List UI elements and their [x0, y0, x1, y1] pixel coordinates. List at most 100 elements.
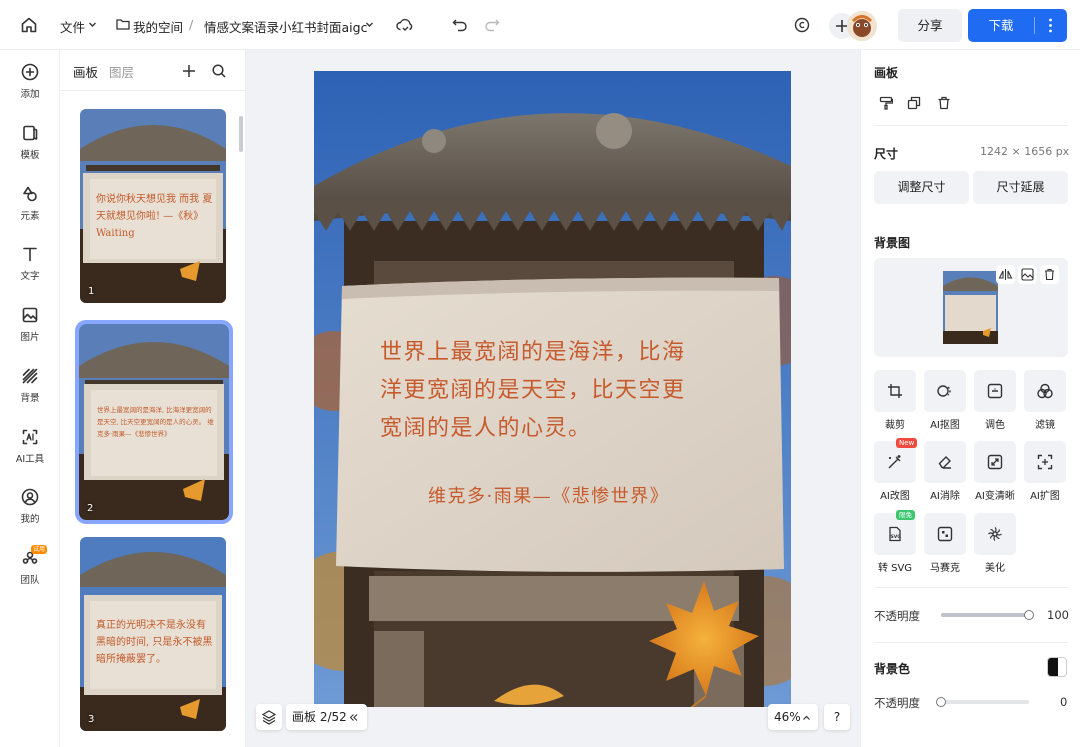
- rail-item-mine[interactable]: 我的: [0, 488, 60, 538]
- tool-beautify[interactable]: [974, 513, 1016, 555]
- expand-icon: [1037, 454, 1053, 470]
- tool-label: 滤镜: [1035, 420, 1055, 431]
- tool-ai-cutout[interactable]: [924, 370, 966, 412]
- zoom-control[interactable]: 46%: [768, 704, 818, 730]
- help-button[interactable]: ?: [824, 704, 850, 730]
- beautify-icon: [988, 527, 1002, 541]
- duplicate-icon[interactable]: [907, 96, 921, 110]
- tool-ai-expand[interactable]: [1024, 441, 1066, 483]
- folder-icon: [116, 19, 130, 30]
- download-button[interactable]: 下载: [968, 9, 1067, 42]
- opacity-knob[interactable]: [1024, 610, 1034, 620]
- rail-item-background[interactable]: 背景: [0, 367, 60, 417]
- tool-ai-edit[interactable]: New: [874, 438, 918, 483]
- tab-canvas[interactable]: 画板: [73, 62, 98, 81]
- share-button[interactable]: 分享: [898, 9, 962, 42]
- enhance-icon: [987, 454, 1003, 470]
- rail-item-add[interactable]: 添加: [0, 63, 60, 113]
- free-badge: 限免: [896, 510, 915, 520]
- top-bar: 文件 我的空间 / 情感文案语录小红书封面aigc 分享 下载: [0, 0, 1080, 50]
- more-vertical-icon: [1049, 18, 1052, 33]
- tool-mosaic[interactable]: [924, 513, 966, 555]
- ai-icon: [22, 429, 38, 445]
- rail-item-text[interactable]: 文字: [0, 245, 60, 295]
- bg-opacity-value[interactable]: 0: [1060, 695, 1067, 709]
- document-title[interactable]: 情感文案语录小红书封面aigc: [204, 17, 367, 36]
- bg-opacity-slider[interactable]: [941, 700, 1029, 704]
- avatar[interactable]: [847, 11, 877, 41]
- download-more-button[interactable]: [1034, 9, 1067, 42]
- page-indicator[interactable]: 画板 2/52: [286, 704, 367, 730]
- tab-layers[interactable]: 图层: [109, 62, 134, 81]
- opacity-slider[interactable]: [941, 613, 1029, 617]
- bg-color-swatch[interactable]: [1047, 657, 1067, 677]
- chevrons-left-icon[interactable]: [349, 713, 358, 722]
- rail-item-team[interactable]: 试用 团队: [0, 545, 60, 599]
- format-painter-icon[interactable]: [879, 96, 893, 110]
- rail-label: AI工具: [15, 454, 45, 465]
- shapes-icon: [23, 186, 37, 202]
- eraser-icon: [938, 456, 951, 469]
- cloud-sync-icon[interactable]: [396, 17, 414, 33]
- rail-item-elements[interactable]: 元素: [0, 185, 60, 235]
- trial-badge: 试用: [31, 545, 48, 554]
- extend-button[interactable]: 尺寸延展: [973, 171, 1068, 204]
- layers-toggle-button[interactable]: [256, 704, 282, 730]
- chevron-up-icon: [803, 715, 810, 720]
- mosaic-icon: [937, 526, 953, 542]
- rail-label: 背景: [20, 393, 40, 404]
- flip-button[interactable]: [996, 265, 1015, 284]
- opacity-label: 不透明度: [874, 609, 920, 623]
- redo-icon[interactable]: [484, 18, 500, 32]
- zoom-value: 46%: [774, 710, 801, 724]
- tool-adjust-color[interactable]: [974, 370, 1016, 412]
- delete-bg-button[interactable]: [1040, 265, 1059, 284]
- bg-opacity-knob[interactable]: [936, 697, 946, 707]
- crop-icon: [888, 384, 902, 398]
- canvas-stage[interactable]: 世界上最宽阔的是海洋，比海 洋更宽阔的是天空，比天空更 宽阔的是人的心灵。 维克…: [246, 50, 860, 747]
- image-icon: [22, 307, 38, 323]
- tool-to-svg[interactable]: SVG 限免: [874, 510, 916, 555]
- home-icon[interactable]: [20, 16, 38, 34]
- page-thumbnail-1[interactable]: 你说你秋天想见我 而我 夏天就想见你啦! —《秋》Waiting 1: [80, 109, 226, 303]
- rail-item-images[interactable]: 图片: [0, 306, 60, 356]
- replace-image-button[interactable]: [1018, 265, 1037, 284]
- page-number: 3: [88, 714, 95, 725]
- chevron-down-icon[interactable]: [365, 20, 374, 29]
- tool-label: 美化: [985, 563, 1005, 574]
- thumbnail-text: 真正的光明决不是永没有黑暗的时间, 只是永不被黑暗所掩蔽罢了。: [96, 620, 213, 665]
- quote-text[interactable]: 世界上最宽阔的是海洋，比海 洋更宽阔的是天空，比天空更 宽阔的是人的心灵。: [380, 334, 760, 448]
- file-menu[interactable]: 文件: [60, 17, 85, 36]
- new-badge: New: [896, 438, 918, 448]
- tool-label: AI扩图: [1030, 491, 1060, 502]
- resize-button[interactable]: 调整尺寸: [874, 171, 969, 204]
- artboard[interactable]: 世界上最宽阔的是海洋，比海 洋更宽阔的是天空，比天空更 宽阔的是人的心灵。 维克…: [314, 71, 791, 707]
- bg-opacity-label: 不透明度: [874, 696, 920, 710]
- size-value: 1242 × 1656 px: [980, 145, 1070, 158]
- rail-item-ai-tools[interactable]: AI工具: [0, 428, 60, 478]
- page-thumbnail-3[interactable]: 真正的光明决不是永没有黑暗的时间, 只是永不被黑暗所掩蔽罢了。 3: [80, 537, 226, 731]
- pages-scrollbar[interactable]: [239, 116, 243, 152]
- tool-ai-eraser[interactable]: [924, 441, 966, 483]
- search-icon[interactable]: [211, 63, 227, 79]
- page-thumbnail-2[interactable]: 世界上最宽阔的是海洋, 比海洋更宽阔的是天空, 比天空更宽阔的是人的心灵。 维克…: [75, 320, 233, 524]
- properties-panel: 画板 尺寸 1242 × 1656 px 调整尺寸 尺寸延展 背景图 裁剪 AI…: [860, 50, 1080, 747]
- left-rail: 添加 模板 元素 文字 图片 背景 AI工具 我的 试用 团队: [0, 50, 60, 747]
- flip-icon: [998, 269, 1013, 280]
- opacity-value[interactable]: 100: [1047, 608, 1069, 622]
- breadcrumb-space[interactable]: 我的空间: [133, 17, 183, 36]
- tool-ai-enhance[interactable]: [974, 441, 1016, 483]
- add-page-icon[interactable]: [181, 63, 197, 79]
- bg-image-preview-box[interactable]: [874, 258, 1068, 357]
- rail-label: 添加: [20, 89, 40, 100]
- chevron-down-icon: [89, 22, 96, 27]
- tool-filter[interactable]: [1024, 370, 1066, 412]
- undo-icon[interactable]: [452, 18, 468, 32]
- rail-label: 文字: [20, 271, 40, 282]
- copyright-icon[interactable]: [794, 17, 810, 33]
- quote-line: 世界上最宽阔的是海洋，比海: [380, 340, 686, 365]
- delete-icon[interactable]: [937, 96, 951, 110]
- tool-crop[interactable]: [874, 370, 916, 412]
- rail-item-templates[interactable]: 模板: [0, 124, 60, 174]
- quote-author[interactable]: 维克多·雨果—《悲惨世界》: [428, 482, 669, 508]
